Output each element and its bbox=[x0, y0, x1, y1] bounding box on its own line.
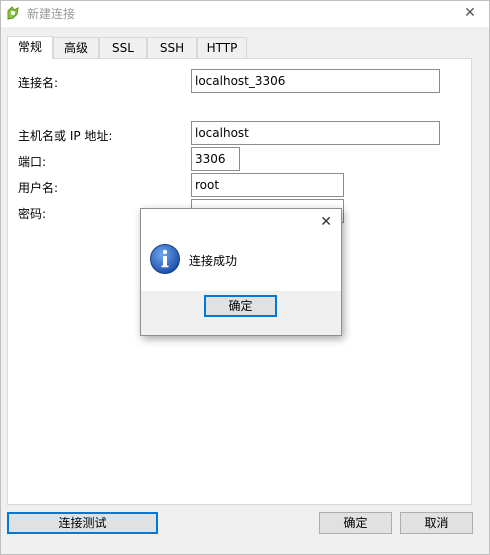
connection-name-input[interactable]: localhost_3306 bbox=[191, 69, 440, 93]
window-title: 新建连接 bbox=[27, 7, 76, 21]
connection-name-label: 连接名: bbox=[18, 76, 59, 90]
window-close-icon[interactable]: ✕ bbox=[461, 3, 479, 23]
message-text: 连接成功 bbox=[189, 254, 238, 268]
host-input[interactable]: localhost bbox=[191, 121, 440, 145]
tab-advanced[interactable]: 高级 bbox=[53, 37, 99, 59]
new-connection-window: 新建连接 ✕ 常规 高级 SSL SSH HTTP 连接名: localhost… bbox=[0, 0, 490, 555]
port-input[interactable]: 3306 bbox=[191, 147, 240, 171]
message-box-title-bar: ✕ bbox=[141, 209, 341, 237]
tab-ssh[interactable]: SSH bbox=[147, 37, 197, 59]
password-label: 密码: bbox=[18, 207, 47, 221]
info-icon bbox=[150, 244, 180, 274]
tab-general[interactable]: 常规 bbox=[7, 36, 53, 59]
ok-button[interactable]: 确定 bbox=[319, 512, 392, 534]
success-message-box: ✕ 连接成功 确定 bbox=[140, 208, 342, 336]
tab-ssl[interactable]: SSL bbox=[99, 37, 147, 59]
message-box-body: 连接成功 bbox=[141, 237, 341, 291]
cancel-button[interactable]: 取消 bbox=[400, 512, 473, 534]
tab-http[interactable]: HTTP bbox=[197, 37, 247, 59]
username-label: 用户名: bbox=[18, 181, 59, 195]
port-label: 端口: bbox=[18, 155, 47, 169]
message-ok-button[interactable]: 确定 bbox=[204, 295, 277, 317]
test-connection-button[interactable]: 连接测试 bbox=[7, 512, 158, 534]
host-label: 主机名或 IP 地址: bbox=[18, 129, 113, 143]
navicat-app-icon bbox=[7, 6, 19, 20]
title-bar: 新建连接 ✕ bbox=[1, 1, 489, 27]
message-box-close-icon[interactable]: ✕ bbox=[320, 213, 332, 231]
username-input[interactable]: root bbox=[191, 173, 344, 197]
